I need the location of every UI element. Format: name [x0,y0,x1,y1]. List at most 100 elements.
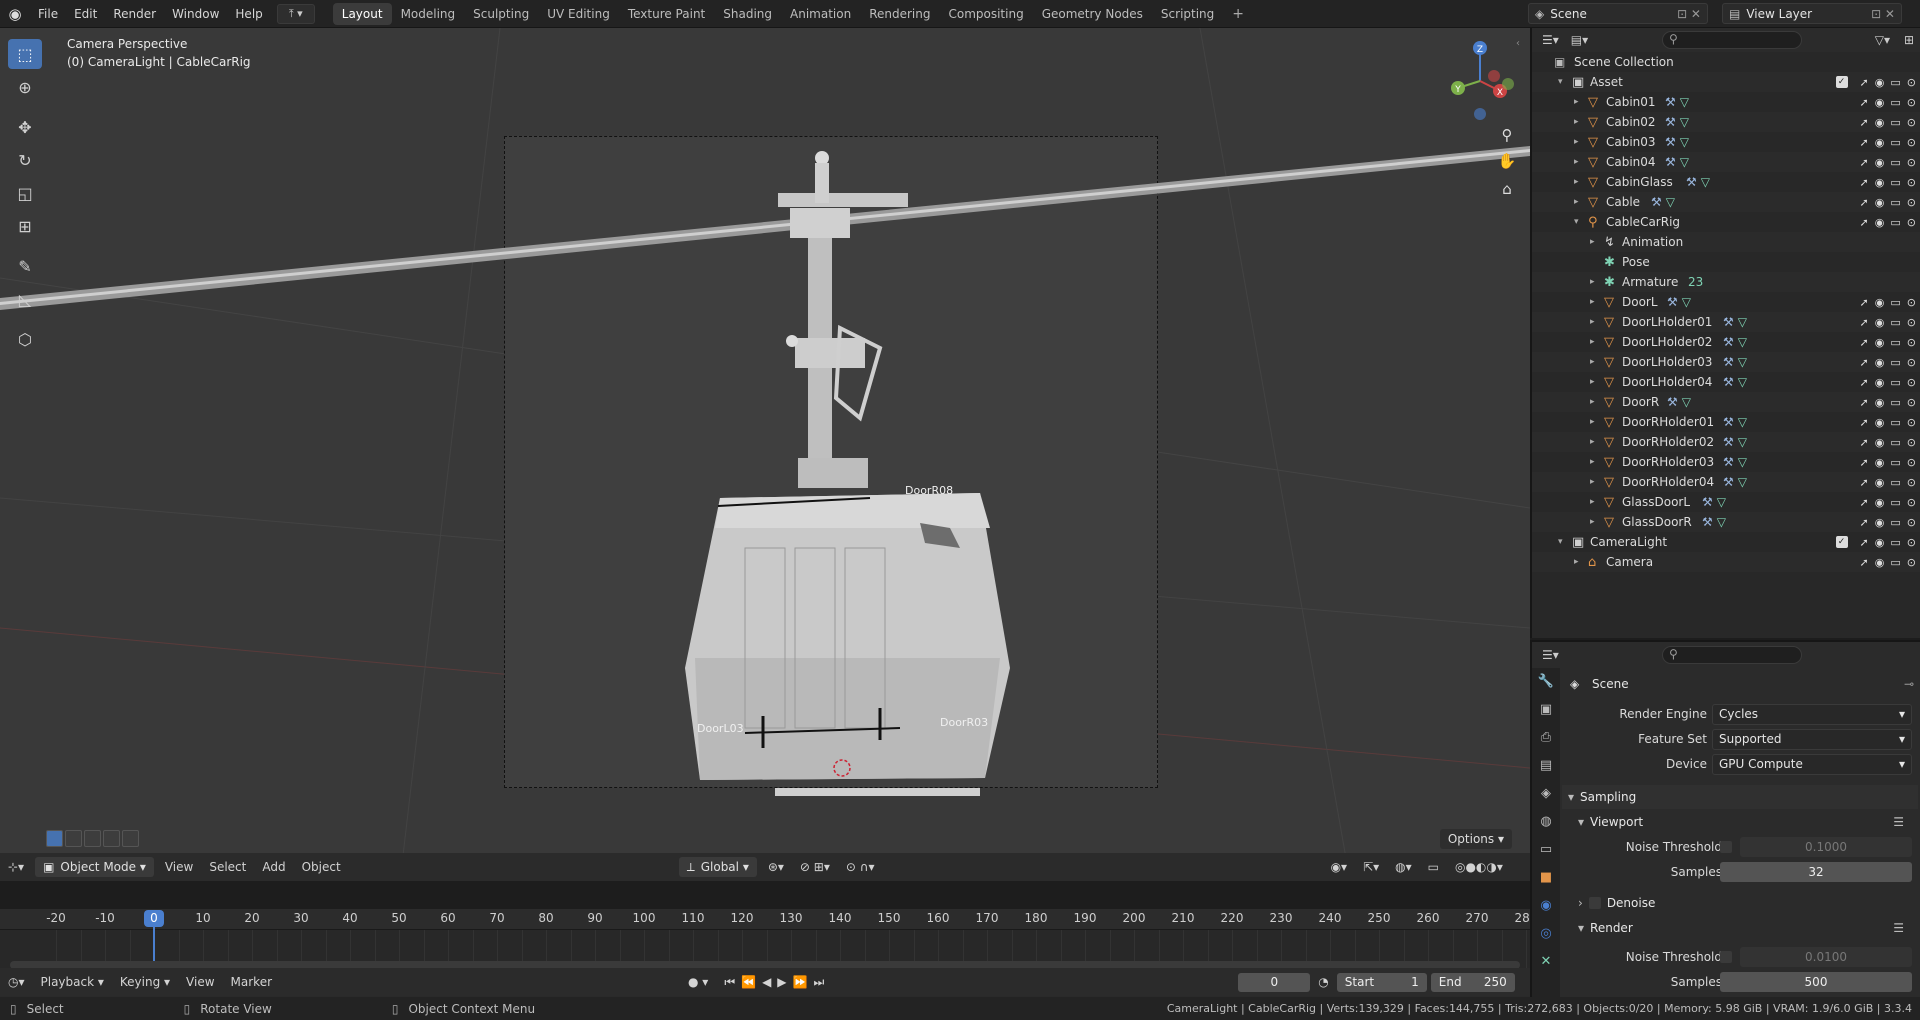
select-toggle-icon[interactable]: ➚ [1860,196,1869,209]
monitor-icon[interactable]: ▭ [1890,356,1900,369]
render-samples-field[interactable]: 500 [1720,972,1912,992]
modifier-icon[interactable]: ⚒ [1723,475,1734,489]
expand-arrow-icon[interactable]: ▸ [1590,477,1600,487]
outliner-row[interactable]: ▾ ▣ CameraLight ✓ ➚ ◉ ▭ ⊙ [1532,532,1920,552]
select-toggle-icon[interactable]: ➚ [1860,496,1869,509]
outliner-row[interactable]: ▸ ▽ Cabin03 ⚒ ▽ ➚ ◉ ▭ ⊙ [1532,132,1920,152]
outliner-row[interactable]: ▸ ▽ DoorRHolder01 ⚒ ▽ ➚ ◉ ▭ ⊙ [1532,412,1920,432]
outliner-row[interactable]: ▸ ▽ DoorLHolder04 ⚒ ▽ ➚ ◉ ▭ ⊙ [1532,372,1920,392]
select-toggle-icon[interactable]: ➚ [1860,336,1869,349]
eye-icon[interactable]: ◉ [1875,156,1885,169]
outliner-row[interactable]: ▸ ✱ Armature 23 [1532,272,1920,292]
expand-arrow-icon[interactable]: ▸ [1590,277,1600,287]
select-box-tool-icon[interactable]: ⬚ [8,39,42,69]
menu-marker[interactable]: Marker [223,975,280,989]
mesh-data-icon[interactable]: ▽ [1717,495,1726,509]
playback-buttons-icon[interactable]: ⏮⏪◀▶⏩⏭ [716,975,838,990]
device-dropdown[interactable]: GPU Compute ▾ [1712,753,1912,775]
tab-rendering[interactable]: Rendering [860,3,939,25]
expand-arrow-icon[interactable]: ▸ [1574,157,1584,167]
camera-render-icon[interactable]: ⊙ [1907,176,1916,189]
expand-arrow-icon[interactable]: ▸ [1574,97,1584,107]
annotate-tool-icon[interactable]: ✎ [8,251,42,281]
outliner-row[interactable]: ▸ ▽ DoorL ⚒ ▽ ➚ ◉ ▭ ⊙ [1532,292,1920,312]
constraint-tab-icon[interactable]: ✕ [1532,948,1560,976]
menu-view[interactable]: View [157,860,201,874]
menu-select[interactable]: Select [201,860,254,874]
monitor-icon[interactable]: ▭ [1890,156,1900,169]
eye-icon[interactable]: ◉ [1875,516,1885,529]
frame-ruler[interactable]: -20 -10 10 20 30 40 50 60 70 80 90 100 110 120 130 140 1… [0,909,1537,929]
modifier-icon[interactable]: ⚒ [1665,135,1676,149]
outliner-row[interactable]: ▸ ▽ Cabin04 ⚒ ▽ ➚ ◉ ▭ ⊙ [1532,152,1920,172]
expand-arrow-icon[interactable]: ▸ [1590,337,1600,347]
camera-render-icon[interactable]: ⊙ [1907,416,1916,429]
editor-type-icon[interactable]: ⊹▾ [0,860,32,874]
monitor-icon[interactable]: ▭ [1890,516,1900,529]
properties-editor-icon[interactable]: ☰▾ [1542,648,1559,662]
world-tab-icon[interactable]: ◍ [1532,808,1560,836]
select-toggle-icon[interactable]: ➚ [1860,456,1869,469]
expand-arrow-icon[interactable]: ▸ [1590,517,1600,527]
select-toggle-icon[interactable]: ➚ [1860,416,1869,429]
tab-scripting[interactable]: Scripting [1152,3,1223,25]
collection-tab-icon[interactable]: ▭ [1532,836,1560,864]
eye-icon[interactable]: ◉ [1875,536,1885,549]
menu-add[interactable]: Add [254,860,293,874]
modifier-icon[interactable]: ⚒ [1723,355,1734,369]
monitor-icon[interactable]: ▭ [1890,136,1900,149]
render-engine-dropdown[interactable]: Cycles ▾ [1712,703,1912,725]
camera-render-icon[interactable]: ⊙ [1907,476,1916,489]
monitor-icon[interactable]: ▭ [1890,456,1900,469]
camera-render-icon[interactable]: ⊙ [1907,296,1916,309]
camera-render-icon[interactable]: ⊙ [1907,336,1916,349]
tool-tab-icon[interactable]: 🔧 [1532,668,1560,696]
monitor-icon[interactable]: ▭ [1890,96,1900,109]
select-toggle-icon[interactable]: ➚ [1860,136,1869,149]
eye-icon[interactable]: ◉ [1875,136,1885,149]
eye-icon[interactable]: ◉ [1875,336,1885,349]
outliner-row[interactable]: ▸ ▽ GlassDoorL ⚒ ▽ ➚ ◉ ▭ ⊙ [1532,492,1920,512]
mesh-data-icon[interactable]: ▽ [1682,395,1691,409]
expand-arrow-icon[interactable]: ▸ [1574,557,1584,567]
monitor-icon[interactable]: ▭ [1890,396,1900,409]
timeline-editor-icon[interactable]: ◷▾ [0,975,33,989]
modifier-icon[interactable]: ⚒ [1702,495,1713,509]
feature-set-dropdown[interactable]: Supported ▾ [1712,728,1912,750]
menu-render[interactable]: Render [105,0,164,28]
camera-render-icon[interactable]: ⊙ [1907,156,1916,169]
expand-arrow-icon[interactable]: ▸ [1590,297,1600,307]
viewport-noise-field[interactable]: 0.1000 [1740,837,1912,857]
camera-render-icon[interactable]: ⊙ [1907,556,1916,569]
xray-icon[interactable]: ▭ [1420,860,1447,874]
modifier-icon[interactable]: ⚒ [1723,315,1734,329]
select-toggle-icon[interactable]: ➚ [1860,356,1869,369]
start-frame-field[interactable]: Start 1 [1336,972,1427,992]
mesh-data-icon[interactable]: ▽ [1738,355,1747,369]
outliner-row[interactable]: ▸ ▽ Cabin01 ⚒ ▽ ➚ ◉ ▭ ⊙ [1532,92,1920,112]
menu-edit[interactable]: Edit [66,0,105,28]
tab-geometry-nodes[interactable]: Geometry Nodes [1033,3,1152,25]
mesh-data-icon[interactable]: ▽ [1738,375,1747,389]
expand-arrow-icon[interactable]: ▸ [1590,357,1600,367]
menu-object[interactable]: Object [294,860,349,874]
mesh-data-icon[interactable]: ▽ [1701,175,1710,189]
modifier-icon[interactable]: ⚒ [1723,455,1734,469]
outliner-root-row[interactable]: ▣ Scene Collection [1532,52,1920,72]
outliner-row[interactable]: ▸ ▽ DoorRHolder03 ⚒ ▽ ➚ ◉ ▭ ⊙ [1532,452,1920,472]
rotate-tool-icon[interactable]: ↻ [8,145,42,175]
expand-arrow-icon[interactable]: ▸ [1590,397,1600,407]
workspace-add-button[interactable]: ⤒ ▾ [276,3,315,24]
select-toggle-icon[interactable]: ➚ [1860,316,1869,329]
outliner-row[interactable]: ▸ ▽ Cable ⚒ ▽ ➚ ◉ ▭ ⊙ [1532,192,1920,212]
modifier-icon[interactable]: ⚒ [1665,155,1676,169]
select-subtract-icon[interactable] [84,830,101,847]
camera-render-icon[interactable]: ⊙ [1907,136,1916,149]
select-toggle-icon[interactable]: ➚ [1860,376,1869,389]
mesh-data-icon[interactable]: ▽ [1680,135,1689,149]
camera-render-icon[interactable]: ⊙ [1907,76,1916,89]
orientation-dropdown[interactable]: ⟂ Global ▾ [678,857,757,877]
tab-texture-paint[interactable]: Texture Paint [619,3,714,25]
filter-icon[interactable]: ▽▾ [1875,33,1890,47]
properties-search-input[interactable]: ⚲ [1662,646,1802,664]
